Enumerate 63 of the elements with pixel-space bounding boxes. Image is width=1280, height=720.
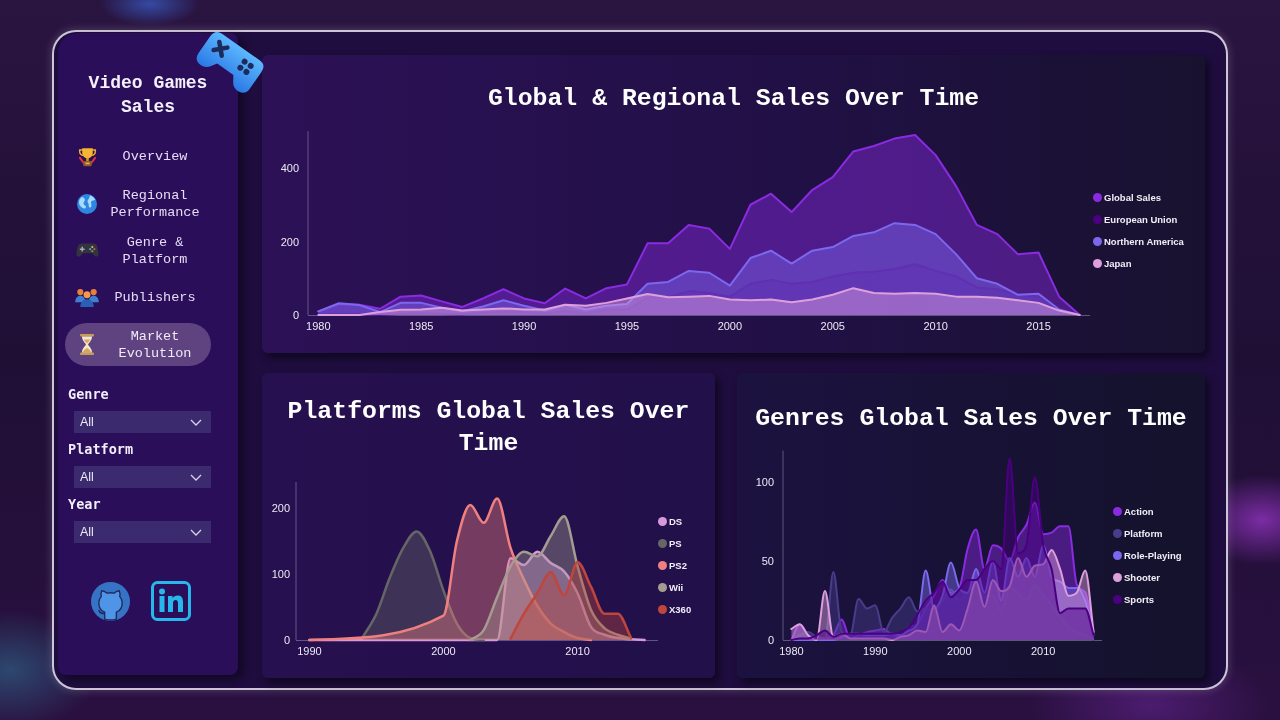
axis-tick-label: 200 [271, 502, 290, 515]
axis-tick-label: 0 [292, 309, 299, 321]
legend-label: PS [669, 536, 682, 550]
gamepad-icon [75, 243, 99, 258]
chart-title: Platforms Global Sales Over Time [286, 396, 691, 459]
legend-label: Role-Playing [1124, 548, 1182, 562]
axis-tick-label: 1990 [863, 645, 888, 657]
legend-label: Sports [1124, 592, 1155, 606]
nav-item[interactable]: Overview [65, 135, 211, 178]
axis-tick-label: 400 [280, 162, 299, 174]
filter-label: Year [68, 496, 102, 512]
github-icon[interactable] [91, 581, 130, 621]
nav-item[interactable]: Market Evolution [65, 323, 211, 366]
legend-label: DS [669, 514, 683, 528]
axis-tick-label: 200 [280, 235, 299, 248]
legend-label: Platform [1124, 526, 1163, 540]
globe-icon [77, 193, 97, 214]
axis-tick-label: 2010 [923, 320, 948, 332]
axis-tick-label: 1980 [306, 320, 331, 332]
hourglass-icon [80, 334, 94, 355]
filter-dropdown[interactable]: All [74, 466, 211, 488]
legend-label: Shooter [1124, 570, 1160, 584]
axis-tick-label: 2000 [431, 645, 456, 657]
legend-label: European Union [1104, 212, 1178, 226]
legend-label: Wii [669, 580, 684, 594]
filter-label: Platform [68, 441, 135, 457]
axis-tick-label: 2015 [1026, 320, 1051, 332]
filter-dropdown[interactable]: All [74, 521, 211, 543]
trophy-icon [77, 146, 97, 167]
legend-label: Japan [1104, 256, 1132, 270]
nav-item[interactable]: Genre & Platform [65, 229, 211, 272]
chevron-down-icon [190, 528, 202, 536]
chevron-down-icon [190, 418, 202, 426]
chart-title: Genres Global Sales Over Time [754, 403, 1188, 434]
axis-tick-label: 2010 [1031, 645, 1056, 657]
axis-tick-label: 1980 [779, 645, 804, 657]
filter-label: Genre [68, 386, 110, 402]
axis-tick-label: 2005 [820, 320, 845, 332]
legend-label: Northern America [1104, 234, 1184, 248]
legend-label: X360 [669, 602, 692, 616]
axis-tick-label: 50 [761, 555, 774, 568]
axis-tick-label: 1990 [297, 645, 322, 657]
axis-tick-label: 100 [271, 568, 290, 581]
filter-dropdown[interactable]: All [74, 411, 211, 433]
linkedin-icon[interactable] [151, 581, 191, 621]
chevron-down-icon [190, 473, 202, 481]
people-icon [75, 288, 99, 307]
axis-tick-label: 1990 [511, 320, 537, 332]
axis-tick-label: 0 [283, 634, 290, 646]
app-title: Video Games Sales [87, 72, 209, 119]
axis-tick-label: 2000 [717, 320, 743, 332]
axis-tick-label: 2000 [947, 645, 972, 657]
nav-item[interactable]: Regional Performance [65, 182, 211, 225]
axis-tick-label: 100 [755, 476, 774, 489]
axis-tick-label: 0 [767, 634, 774, 646]
legend-label: Action [1124, 504, 1154, 518]
axis-tick-label: 1995 [614, 320, 640, 332]
axis-tick-label: 2010 [565, 645, 590, 657]
axis-tick-label: 1985 [408, 320, 434, 332]
legend-label: PS2 [669, 558, 687, 572]
nav-item[interactable]: Publishers [65, 276, 211, 319]
legend-label: Global Sales [1104, 190, 1162, 204]
chart-title: Global & Regional Sales Over Time [486, 84, 981, 112]
